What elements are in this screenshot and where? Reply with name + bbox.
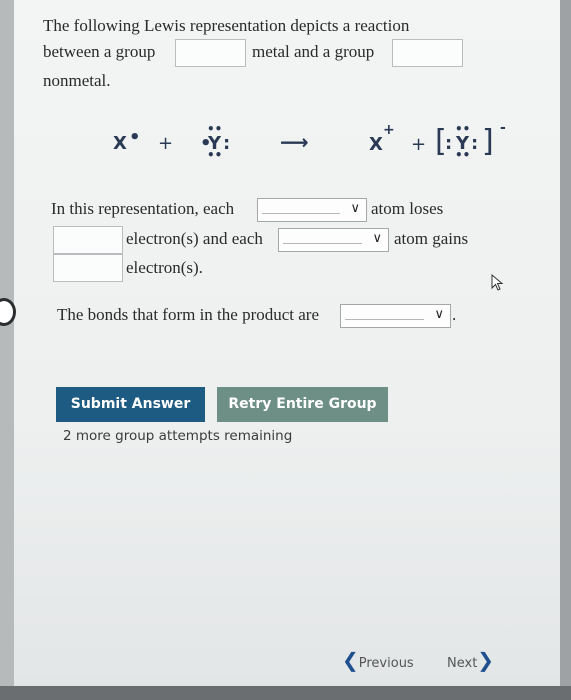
next-label: Next [447,656,478,671]
electrons-lost-input[interactable] [53,226,123,254]
select-underline [345,319,424,320]
product-x: X [369,134,383,155]
bottom-edge [0,686,571,700]
bonds-period: . [452,305,457,324]
representation-text-b: atom loses [371,199,444,218]
previous-label: Previous [358,656,414,671]
reaction-arrow: ⟶ [280,130,309,154]
question-line-2b: metal and a group [252,42,375,61]
representation-text-c: electron(s) and each [126,229,263,248]
question-panel: The following Lewis representation depic… [14,0,560,686]
product-y-charge: - [500,120,506,136]
question-line-2a: between a group [43,42,156,61]
reactant-x: X [113,133,127,154]
previous-link[interactable]: ❮Previous [342,648,414,672]
question-line-3: nonmetal. [43,71,111,90]
product-x-charge: + [383,122,395,138]
background-edge [0,0,14,686]
question-line-1: The following Lewis representation depic… [43,16,410,35]
gaining-atom-select[interactable]: ∨ [278,228,389,252]
plus-sign-2: + [411,134,427,155]
bracket-right: ] [482,124,494,159]
bonds-text: The bonds that form in the product are [57,305,320,324]
chevron-right-icon: ❯ [477,648,495,672]
bond-type-select[interactable]: ∨ [340,304,451,328]
chevron-down-icon: ∨ [434,307,444,322]
representation-text-d: atom gains [394,229,469,248]
product-y-dots-right: : [471,133,479,154]
submit-answer-button[interactable]: Submit Answer [56,387,205,422]
electrons-gained-input[interactable] [53,254,123,282]
product-y-dots-bottom: •• [455,148,471,162]
representation-text-e: electron(s). [126,258,203,277]
group-nonmetal-input[interactable] [392,39,463,67]
mouse-cursor-icon [491,274,504,291]
attempts-remaining: 2 more group attempts remaining [63,428,293,444]
reactant-y-dots-bottom: •• [207,148,223,162]
group-metal-input[interactable] [175,39,246,67]
chevron-left-icon: ❮ [342,648,359,672]
reactant-x-dot: • [129,127,141,148]
select-underline [262,213,340,214]
next-link[interactable]: Next❯ [447,648,494,672]
plus-sign-1: + [158,133,174,154]
product-y-dots-left: : [445,133,453,154]
reactant-y-dots-right: : [223,133,231,154]
retry-entire-group-button[interactable]: Retry Entire Group [217,387,388,422]
select-underline [283,243,362,244]
losing-atom-select[interactable]: ∨ [257,198,367,222]
chevron-down-icon: ∨ [372,231,382,246]
chevron-down-icon: ∨ [350,201,360,216]
representation-text-a: In this representation, each [51,199,235,218]
